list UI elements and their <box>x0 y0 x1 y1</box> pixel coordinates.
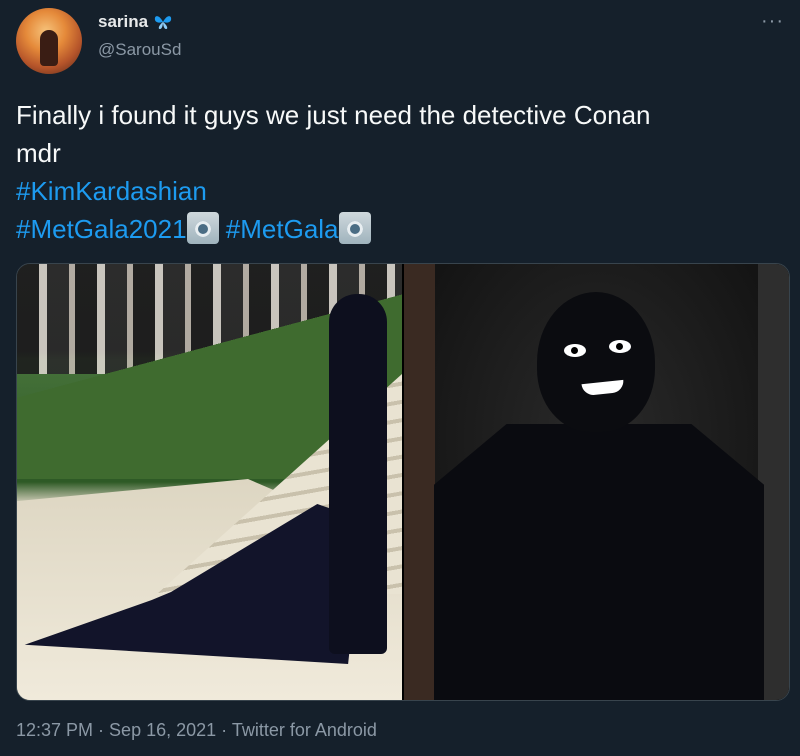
user-name-row[interactable]: sarina <box>98 12 172 32</box>
tweet-media[interactable] <box>16 263 790 701</box>
media-photo-left[interactable] <box>17 264 402 700</box>
hashtag-metgala[interactable]: #MetGala <box>226 214 339 244</box>
camera-with-flash-icon <box>338 212 371 244</box>
tweet-line-2: mdr <box>16 138 61 168</box>
avatar[interactable] <box>16 8 82 74</box>
tweet-date[interactable]: Sep 16, 2021 <box>109 720 216 740</box>
media-photo-right[interactable] <box>404 264 789 700</box>
butterfly-icon <box>154 14 172 30</box>
camera-with-flash-icon <box>186 212 219 244</box>
tweet-text: Finally i found it guys we just need the… <box>16 96 786 248</box>
display-name[interactable]: sarina <box>98 12 148 32</box>
tweet-time[interactable]: 12:37 PM <box>16 720 93 740</box>
hashtag-metgala2021[interactable]: #MetGala2021 <box>16 214 187 244</box>
tweet-metadata: 12:37 PM · Sep 16, 2021 · Twitter for An… <box>16 720 377 741</box>
more-options-button[interactable]: ··· <box>761 10 784 33</box>
user-handle[interactable]: @SarouSd <box>98 40 181 60</box>
meta-separator: · <box>216 720 232 740</box>
meta-separator: · <box>93 720 110 740</box>
tweet-client[interactable]: Twitter for Android <box>232 720 377 740</box>
tweet-line-1: Finally i found it guys we just need the… <box>16 100 651 130</box>
hashtag-kimkardashian[interactable]: #KimKardashian <box>16 176 207 206</box>
